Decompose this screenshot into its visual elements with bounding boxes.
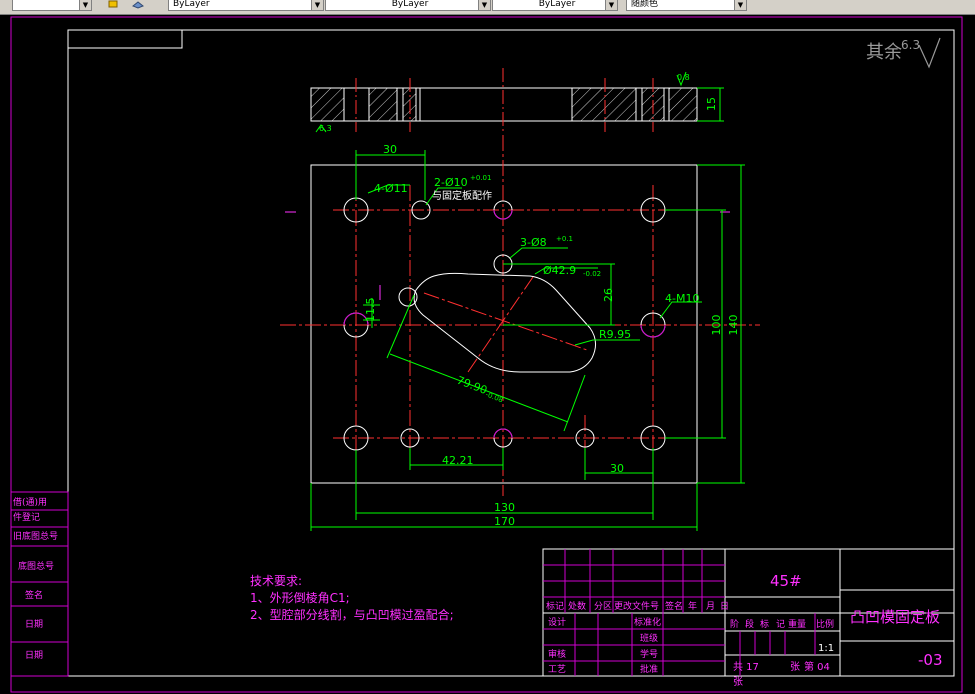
drawing-canvas[interactable]: 其余 6.3 15 6.3 0.8 30 4-Ø11 2-Ø10 +0.01 与… <box>0 15 975 694</box>
left-r5: 签名 <box>25 589 43 601</box>
stage-weight: 重量 <box>788 618 806 630</box>
tb-standard: 标准化 <box>634 616 661 628</box>
layer-combo-2-value: ByLayer <box>391 0 429 9</box>
rev-year: 年 <box>688 600 697 612</box>
dim-2x10: 2-Ø10 <box>434 176 468 189</box>
chevron-down-icon: ▼ <box>734 0 746 10</box>
scale-value: 1:1 <box>818 643 834 654</box>
left-r6: 日期 <box>25 619 43 630</box>
tb-process: 工艺 <box>548 664 566 675</box>
color-combo[interactable]: ▼ <box>12 0 92 11</box>
dim-42-9: Ø42.9 <box>543 264 576 277</box>
tech-item-1: 1、外形倒棱角C1; <box>250 590 350 605</box>
tb-design: 设计 <box>548 616 566 628</box>
dim-100: 100 <box>710 315 723 336</box>
part-name: 凸凹模固定板 <box>850 608 940 626</box>
sheet-outer-border <box>10 16 963 693</box>
plot-style-combo[interactable]: 随颜色 ▼ <box>626 0 747 11</box>
tech-item-2: 2、型腔部分线割，与凸凹模过盈配合; <box>250 607 454 622</box>
layer-combo-1[interactable]: ByLayer ▼ <box>168 0 324 11</box>
tech-heading: 技术要求: <box>250 574 302 588</box>
roughness-symbol-icon <box>918 37 941 69</box>
stage-3: 标 <box>760 618 769 630</box>
stage-4: 记 <box>776 619 785 630</box>
rev-doc: 更改文件号 <box>614 600 659 612</box>
dim-79-90-tol: -0.08 <box>484 390 504 404</box>
dim-26: 26 <box>602 288 615 302</box>
roughness-label: 其余 <box>866 42 902 63</box>
tech-requirements: 技术要求: 1、外形倒棱角C1; 2、型腔部分线割，与凸凹模过盈配合; <box>250 574 454 622</box>
tb-review: 审核 <box>548 648 566 660</box>
layer-props-icon[interactable] <box>132 0 144 9</box>
dim-130: 130 <box>494 501 515 514</box>
stage-1: 阶 <box>730 618 739 630</box>
tb-class: 班级 <box>640 632 658 644</box>
dim-140: 140 <box>727 315 740 336</box>
corner-tab <box>67 29 183 49</box>
dimensions <box>310 150 745 531</box>
dim-r9-95: R9.95 <box>599 328 631 341</box>
dim-42-21: 42.21 <box>442 454 474 467</box>
dim-11-5: 11.5 <box>364 298 377 323</box>
rev-day: 日 <box>720 601 729 612</box>
stage-scale: 比例 <box>816 618 834 630</box>
rev-month: 月 <box>706 601 715 612</box>
left-r1: 借(通)用 <box>13 496 47 508</box>
chevron-down-icon: ▼ <box>311 0 323 10</box>
chevron-down-icon: ▼ <box>478 0 490 10</box>
roughness-value: 6.3 <box>901 38 920 52</box>
left-block: 借(通)用 件登记 旧底图总号 底图总号 签名 日期 日期 <box>10 491 69 677</box>
title-block: 标记 处数 分区 更改文件号 签名 年 月 日 设计 标准化 班级 审核 学号 … <box>542 548 955 688</box>
chevron-down-icon: ▼ <box>605 0 617 10</box>
rev-zone: 分区 <box>594 601 612 612</box>
material: 45# <box>770 572 802 590</box>
layer-combo-3[interactable]: ByLayer ▼ <box>492 0 618 11</box>
left-r2: 件登记 <box>13 511 40 523</box>
plot-style-value: 随颜色 <box>631 0 659 9</box>
dim-79-90: 79.90 <box>455 374 489 397</box>
tb-approve: 批准 <box>640 663 658 675</box>
sheet-total: 共 17 <box>733 661 759 673</box>
sheet-page-unit: 张 <box>733 676 743 688</box>
rough-section-label: 6.3 <box>319 124 332 133</box>
section-view: 15 6.3 0.8 <box>310 68 724 134</box>
left-r4: 底图总号 <box>18 560 54 572</box>
tb-student-no: 学号 <box>640 648 658 660</box>
dim-3x8-tol: +0.1 <box>556 235 573 243</box>
dim-4x11: 4-Ø11 <box>374 182 408 195</box>
rev-sign: 签名 <box>665 600 683 612</box>
layer-combo-3-value: ByLayer <box>538 0 576 9</box>
dim-15-label: 15 <box>705 97 718 111</box>
dim-42-9-tol: -0.02 <box>583 270 601 278</box>
rev-mark: 标记 <box>546 600 564 612</box>
rev-count: 处数 <box>568 600 586 612</box>
rough-top-label: 0.8 <box>677 73 690 82</box>
dim-2x10-tol: +0.01 <box>470 174 491 182</box>
stage-2: 段 <box>745 618 754 630</box>
left-r7: 日期 <box>25 650 43 661</box>
dim-3x8: 3-Ø8 <box>520 236 547 249</box>
chevron-down-icon: ▼ <box>79 0 91 10</box>
drawing-code: -03 <box>918 651 943 669</box>
sheet-inner-border <box>67 29 955 677</box>
dim-170: 170 <box>494 515 515 528</box>
properties-toolbar: ▼ ByLayer ▼ ByLayer ▼ ByLayer ▼ 随颜色 ▼ <box>0 0 975 15</box>
plan-view <box>280 135 760 496</box>
dim-top-30: 30 <box>383 143 397 156</box>
dim-2x10-note: 与固定板配作 <box>432 189 492 202</box>
layer-state-icon[interactable] <box>108 0 120 9</box>
sheet-total-unit: 张 <box>790 661 800 673</box>
cavity-outline <box>413 272 596 373</box>
dim-bottom-30: 30 <box>610 462 624 475</box>
left-r3: 旧底图总号 <box>13 530 58 542</box>
layer-combo-2[interactable]: ByLayer ▼ <box>325 0 491 11</box>
sheet-page: 第 04 <box>804 660 830 673</box>
dim-m10: 4-M10 <box>665 292 699 305</box>
layer-combo-1-value: ByLayer <box>173 0 210 9</box>
